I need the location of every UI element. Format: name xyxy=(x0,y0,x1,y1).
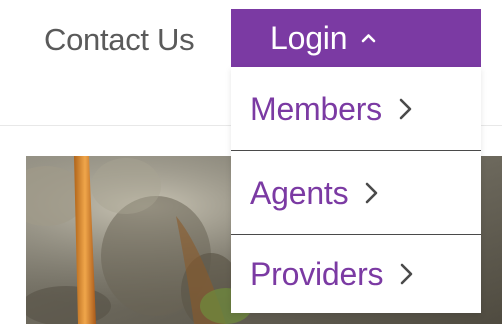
menu-item-label: Agents xyxy=(250,174,349,211)
chevron-up-icon xyxy=(362,34,376,43)
menu-item-label: Providers xyxy=(250,256,384,292)
menu-item-members[interactable]: Members xyxy=(231,67,481,150)
chevron-right-icon xyxy=(366,182,378,203)
login-dropdown-menu: Members Agents Providers xyxy=(231,67,481,313)
contact-us-link[interactable]: Contact Us xyxy=(44,20,195,60)
chevron-right-icon xyxy=(399,98,412,119)
login-label: Login xyxy=(270,20,348,56)
chevron-right-icon xyxy=(401,263,413,285)
menu-item-providers[interactable]: Providers xyxy=(231,235,481,313)
login-button[interactable]: Login xyxy=(231,9,481,67)
menu-item-agents[interactable]: Agents xyxy=(231,151,481,234)
menu-item-label: Members xyxy=(250,90,382,127)
